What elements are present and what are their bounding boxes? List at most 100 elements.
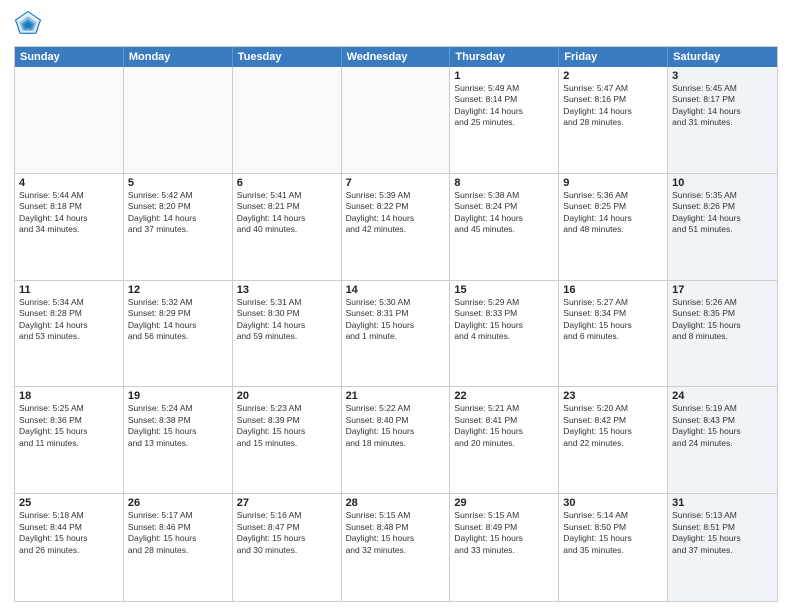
day-number: 30 — [563, 497, 663, 509]
cell-info: Sunrise: 5:30 AM Sunset: 8:31 PM Dayligh… — [346, 297, 446, 343]
header — [14, 10, 778, 38]
cell-info: Sunrise: 5:36 AM Sunset: 8:25 PM Dayligh… — [563, 190, 663, 236]
day-number: 8 — [454, 177, 554, 189]
day-number: 12 — [128, 284, 228, 296]
day-number: 17 — [672, 284, 773, 296]
day-header-saturday: Saturday — [668, 47, 777, 67]
day-number: 14 — [346, 284, 446, 296]
logo — [14, 10, 46, 38]
cell-info: Sunrise: 5:34 AM Sunset: 8:28 PM Dayligh… — [19, 297, 119, 343]
day-cell-9: 9Sunrise: 5:36 AM Sunset: 8:25 PM Daylig… — [559, 174, 668, 280]
day-number: 27 — [237, 497, 337, 509]
cell-info: Sunrise: 5:14 AM Sunset: 8:50 PM Dayligh… — [563, 510, 663, 556]
day-number: 10 — [672, 177, 773, 189]
cell-info: Sunrise: 5:39 AM Sunset: 8:22 PM Dayligh… — [346, 190, 446, 236]
cell-info: Sunrise: 5:15 AM Sunset: 8:49 PM Dayligh… — [454, 510, 554, 556]
calendar-body: 1Sunrise: 5:49 AM Sunset: 8:14 PM Daylig… — [15, 67, 777, 601]
empty-cell — [15, 67, 124, 173]
cell-info: Sunrise: 5:27 AM Sunset: 8:34 PM Dayligh… — [563, 297, 663, 343]
cell-info: Sunrise: 5:13 AM Sunset: 8:51 PM Dayligh… — [672, 510, 773, 556]
day-cell-7: 7Sunrise: 5:39 AM Sunset: 8:22 PM Daylig… — [342, 174, 451, 280]
day-number: 5 — [128, 177, 228, 189]
week-row-5: 25Sunrise: 5:18 AM Sunset: 8:44 PM Dayli… — [15, 494, 777, 601]
day-number: 20 — [237, 390, 337, 402]
day-cell-4: 4Sunrise: 5:44 AM Sunset: 8:18 PM Daylig… — [15, 174, 124, 280]
day-number: 6 — [237, 177, 337, 189]
cell-info: Sunrise: 5:47 AM Sunset: 8:16 PM Dayligh… — [563, 83, 663, 129]
cell-info: Sunrise: 5:21 AM Sunset: 8:41 PM Dayligh… — [454, 403, 554, 449]
day-number: 19 — [128, 390, 228, 402]
day-cell-30: 30Sunrise: 5:14 AM Sunset: 8:50 PM Dayli… — [559, 494, 668, 601]
cell-info: Sunrise: 5:49 AM Sunset: 8:14 PM Dayligh… — [454, 83, 554, 129]
day-cell-29: 29Sunrise: 5:15 AM Sunset: 8:49 PM Dayli… — [450, 494, 559, 601]
day-cell-12: 12Sunrise: 5:32 AM Sunset: 8:29 PM Dayli… — [124, 281, 233, 387]
day-cell-10: 10Sunrise: 5:35 AM Sunset: 8:26 PM Dayli… — [668, 174, 777, 280]
day-cell-14: 14Sunrise: 5:30 AM Sunset: 8:31 PM Dayli… — [342, 281, 451, 387]
day-number: 1 — [454, 70, 554, 82]
day-cell-6: 6Sunrise: 5:41 AM Sunset: 8:21 PM Daylig… — [233, 174, 342, 280]
day-number: 4 — [19, 177, 119, 189]
day-number: 2 — [563, 70, 663, 82]
day-number: 16 — [563, 284, 663, 296]
day-cell-17: 17Sunrise: 5:26 AM Sunset: 8:35 PM Dayli… — [668, 281, 777, 387]
day-cell-15: 15Sunrise: 5:29 AM Sunset: 8:33 PM Dayli… — [450, 281, 559, 387]
day-number: 28 — [346, 497, 446, 509]
day-number: 31 — [672, 497, 773, 509]
day-cell-16: 16Sunrise: 5:27 AM Sunset: 8:34 PM Dayli… — [559, 281, 668, 387]
empty-cell — [124, 67, 233, 173]
calendar: SundayMondayTuesdayWednesdayThursdayFrid… — [14, 46, 778, 602]
cell-info: Sunrise: 5:25 AM Sunset: 8:36 PM Dayligh… — [19, 403, 119, 449]
cell-info: Sunrise: 5:20 AM Sunset: 8:42 PM Dayligh… — [563, 403, 663, 449]
day-cell-8: 8Sunrise: 5:38 AM Sunset: 8:24 PM Daylig… — [450, 174, 559, 280]
week-row-1: 1Sunrise: 5:49 AM Sunset: 8:14 PM Daylig… — [15, 67, 777, 174]
day-number: 9 — [563, 177, 663, 189]
day-header-tuesday: Tuesday — [233, 47, 342, 67]
cell-info: Sunrise: 5:35 AM Sunset: 8:26 PM Dayligh… — [672, 190, 773, 236]
day-cell-26: 26Sunrise: 5:17 AM Sunset: 8:46 PM Dayli… — [124, 494, 233, 601]
day-number: 24 — [672, 390, 773, 402]
empty-cell — [233, 67, 342, 173]
cell-info: Sunrise: 5:31 AM Sunset: 8:30 PM Dayligh… — [237, 297, 337, 343]
week-row-2: 4Sunrise: 5:44 AM Sunset: 8:18 PM Daylig… — [15, 174, 777, 281]
day-number: 25 — [19, 497, 119, 509]
cell-info: Sunrise: 5:18 AM Sunset: 8:44 PM Dayligh… — [19, 510, 119, 556]
cell-info: Sunrise: 5:24 AM Sunset: 8:38 PM Dayligh… — [128, 403, 228, 449]
day-cell-25: 25Sunrise: 5:18 AM Sunset: 8:44 PM Dayli… — [15, 494, 124, 601]
cell-info: Sunrise: 5:17 AM Sunset: 8:46 PM Dayligh… — [128, 510, 228, 556]
cell-info: Sunrise: 5:45 AM Sunset: 8:17 PM Dayligh… — [672, 83, 773, 129]
logo-icon — [14, 10, 42, 38]
cell-info: Sunrise: 5:44 AM Sunset: 8:18 PM Dayligh… — [19, 190, 119, 236]
day-number: 23 — [563, 390, 663, 402]
calendar-header: SundayMondayTuesdayWednesdayThursdayFrid… — [15, 47, 777, 67]
day-cell-11: 11Sunrise: 5:34 AM Sunset: 8:28 PM Dayli… — [15, 281, 124, 387]
day-number: 15 — [454, 284, 554, 296]
cell-info: Sunrise: 5:26 AM Sunset: 8:35 PM Dayligh… — [672, 297, 773, 343]
day-cell-3: 3Sunrise: 5:45 AM Sunset: 8:17 PM Daylig… — [668, 67, 777, 173]
day-cell-13: 13Sunrise: 5:31 AM Sunset: 8:30 PM Dayli… — [233, 281, 342, 387]
day-cell-2: 2Sunrise: 5:47 AM Sunset: 8:16 PM Daylig… — [559, 67, 668, 173]
cell-info: Sunrise: 5:19 AM Sunset: 8:43 PM Dayligh… — [672, 403, 773, 449]
week-row-4: 18Sunrise: 5:25 AM Sunset: 8:36 PM Dayli… — [15, 387, 777, 494]
cell-info: Sunrise: 5:42 AM Sunset: 8:20 PM Dayligh… — [128, 190, 228, 236]
day-cell-18: 18Sunrise: 5:25 AM Sunset: 8:36 PM Dayli… — [15, 387, 124, 493]
cell-info: Sunrise: 5:29 AM Sunset: 8:33 PM Dayligh… — [454, 297, 554, 343]
cell-info: Sunrise: 5:38 AM Sunset: 8:24 PM Dayligh… — [454, 190, 554, 236]
day-header-sunday: Sunday — [15, 47, 124, 67]
day-number: 13 — [237, 284, 337, 296]
day-cell-23: 23Sunrise: 5:20 AM Sunset: 8:42 PM Dayli… — [559, 387, 668, 493]
day-number: 21 — [346, 390, 446, 402]
cell-info: Sunrise: 5:32 AM Sunset: 8:29 PM Dayligh… — [128, 297, 228, 343]
cell-info: Sunrise: 5:23 AM Sunset: 8:39 PM Dayligh… — [237, 403, 337, 449]
day-header-monday: Monday — [124, 47, 233, 67]
day-number: 29 — [454, 497, 554, 509]
day-cell-28: 28Sunrise: 5:15 AM Sunset: 8:48 PM Dayli… — [342, 494, 451, 601]
cell-info: Sunrise: 5:15 AM Sunset: 8:48 PM Dayligh… — [346, 510, 446, 556]
day-number: 22 — [454, 390, 554, 402]
day-cell-1: 1Sunrise: 5:49 AM Sunset: 8:14 PM Daylig… — [450, 67, 559, 173]
day-header-wednesday: Wednesday — [342, 47, 451, 67]
day-cell-5: 5Sunrise: 5:42 AM Sunset: 8:20 PM Daylig… — [124, 174, 233, 280]
day-cell-27: 27Sunrise: 5:16 AM Sunset: 8:47 PM Dayli… — [233, 494, 342, 601]
week-row-3: 11Sunrise: 5:34 AM Sunset: 8:28 PM Dayli… — [15, 281, 777, 388]
cell-info: Sunrise: 5:16 AM Sunset: 8:47 PM Dayligh… — [237, 510, 337, 556]
empty-cell — [342, 67, 451, 173]
